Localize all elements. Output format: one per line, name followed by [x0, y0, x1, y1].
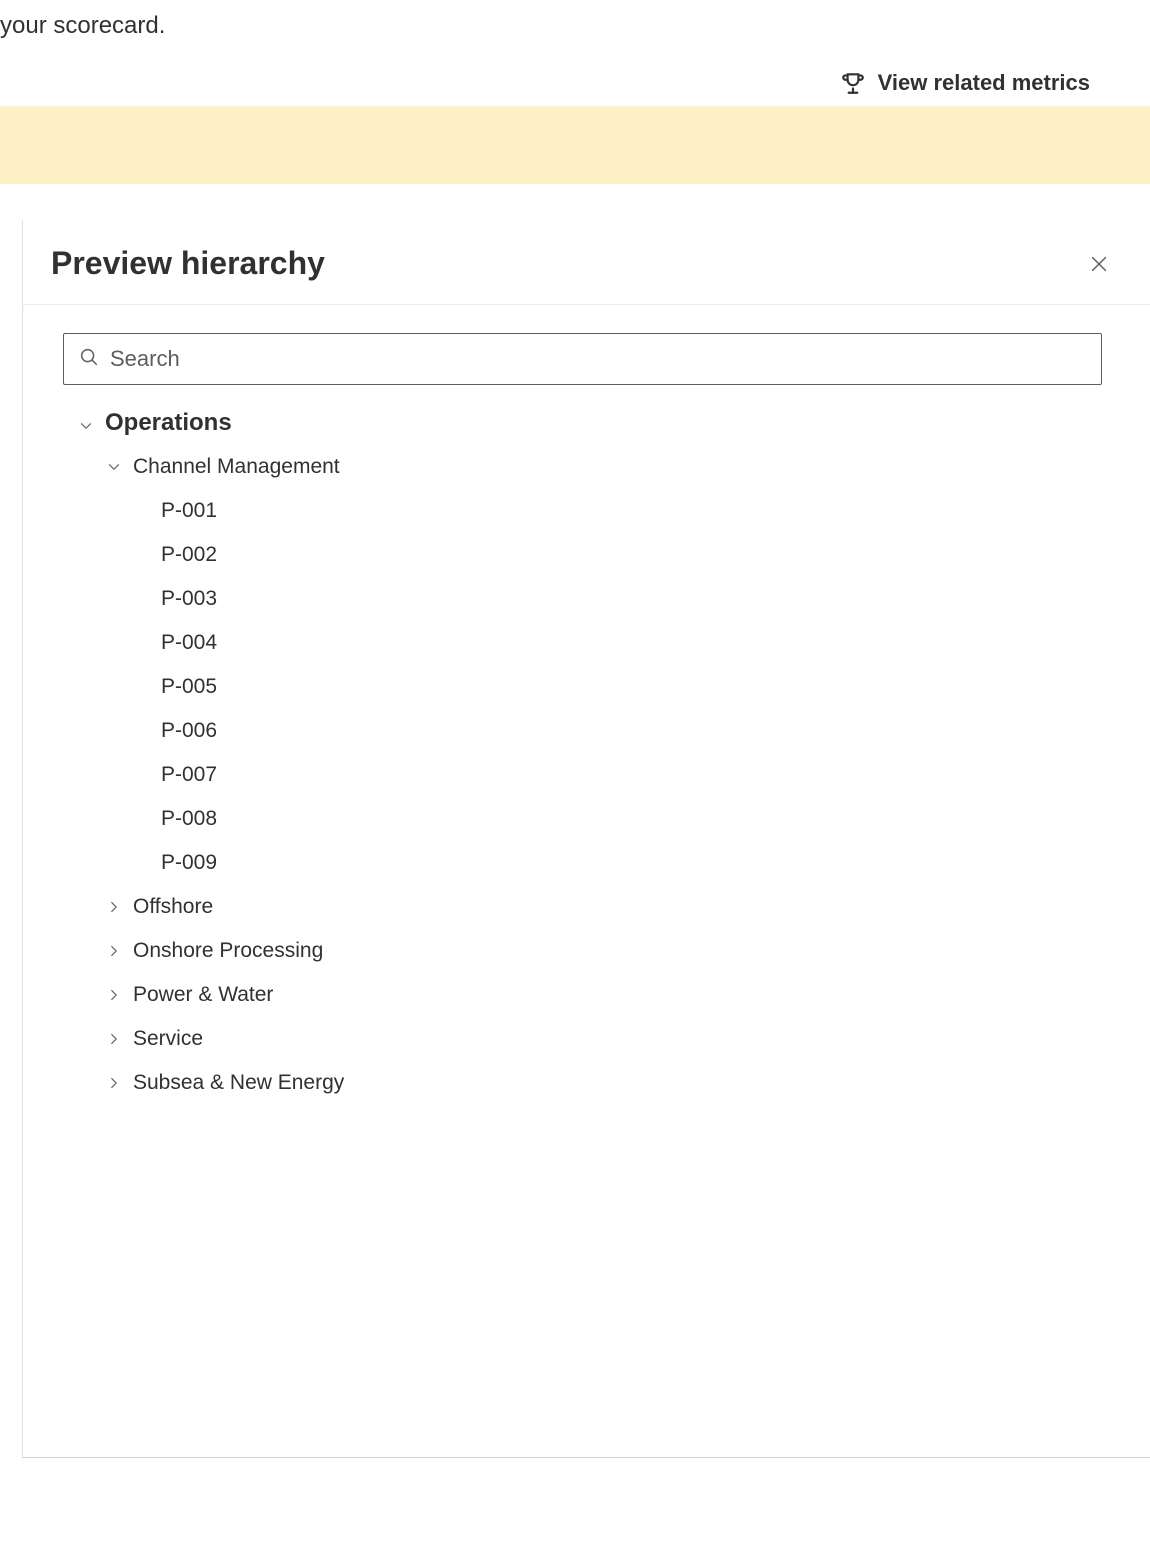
tree-node[interactable]: Offshore — [63, 885, 1102, 929]
tree-leaf[interactable]: P-006 — [63, 709, 1102, 753]
tree-leaf-label: P-005 — [161, 675, 217, 699]
search-input[interactable] — [110, 346, 1087, 372]
tree-leaf[interactable]: P-003 — [63, 577, 1102, 621]
tree-node[interactable]: Onshore Processing — [63, 929, 1102, 973]
tree-leaf-label: P-009 — [161, 851, 217, 875]
tree-leaf[interactable]: P-004 — [63, 621, 1102, 665]
tree-leaf[interactable]: P-008 — [63, 797, 1102, 841]
tree-leaf[interactable]: P-005 — [63, 665, 1102, 709]
panel-header: Preview hierarchy — [23, 221, 1150, 305]
tree-leaf-label: P-007 — [161, 763, 217, 787]
chevron-down-icon — [105, 458, 123, 476]
panel-title: Preview hierarchy — [51, 245, 325, 282]
tree-leaf[interactable]: P-001 — [63, 489, 1102, 533]
tree-leaf-label: P-008 — [161, 807, 217, 831]
info-banner — [0, 106, 1150, 184]
tree-leaf[interactable]: P-009 — [63, 841, 1102, 885]
chevron-right-icon — [105, 898, 123, 916]
chevron-right-icon — [105, 1030, 123, 1048]
tree-leaf-label: P-004 — [161, 631, 217, 655]
tree-leaf[interactable]: P-007 — [63, 753, 1102, 797]
tree-node-label: Onshore Processing — [133, 939, 323, 963]
tree-node-label: Offshore — [133, 895, 213, 919]
search-icon — [78, 346, 100, 373]
close-button[interactable] — [1084, 249, 1114, 279]
tree-node-label: Subsea & New Energy — [133, 1071, 344, 1095]
tree-leaf-label: P-002 — [161, 543, 217, 567]
view-related-metrics-link[interactable]: View related metrics — [0, 70, 1150, 96]
search-field[interactable] — [63, 333, 1102, 385]
tree-node[interactable]: Power & Water — [63, 973, 1102, 1017]
tree-leaf-label: P-003 — [161, 587, 217, 611]
close-icon — [1088, 253, 1110, 275]
chevron-right-icon — [105, 986, 123, 1004]
context-text: your scorecard. — [0, 12, 1150, 40]
tree-node-label: Power & Water — [133, 983, 273, 1007]
context-text-content: your scorecard. — [0, 12, 165, 39]
hierarchy-tree: Operations Channel Management P-001 P-00… — [63, 401, 1102, 1105]
tree-leaf-label: P-006 — [161, 719, 217, 743]
tree-node-root[interactable]: Operations — [63, 401, 1102, 445]
tree-node[interactable]: Channel Management — [63, 445, 1102, 489]
panel-body: Operations Channel Management P-001 P-00… — [23, 305, 1150, 1457]
tree-node[interactable]: Subsea & New Energy — [63, 1061, 1102, 1105]
chevron-right-icon — [105, 942, 123, 960]
view-related-metrics-label: View related metrics — [878, 70, 1090, 96]
tree-leaf-label: P-001 — [161, 499, 217, 523]
tree-node-label: Operations — [105, 409, 232, 437]
chevron-right-icon — [105, 1074, 123, 1092]
trophy-icon — [840, 70, 866, 96]
tree-leaf[interactable]: P-002 — [63, 533, 1102, 577]
tree-node-label: Channel Management — [133, 455, 340, 479]
chevron-down-icon — [77, 414, 95, 432]
preview-hierarchy-panel: Preview hierarchy — [22, 220, 1150, 1458]
tree-node-label: Service — [133, 1027, 203, 1051]
tree-node[interactable]: Service — [63, 1017, 1102, 1061]
